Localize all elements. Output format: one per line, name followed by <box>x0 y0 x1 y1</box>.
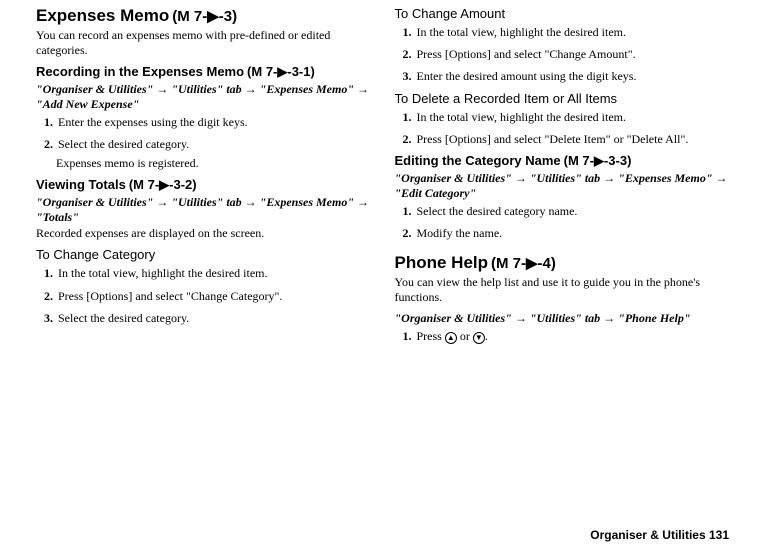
change-category-steps: In the total view, highlight the desired… <box>36 265 371 326</box>
edit-category-path: "Organiser & Utilities" → "Utilities" ta… <box>395 171 730 201</box>
expenses-memo-title-block: Expenses Memo (M 7-▶-3) <box>36 6 371 26</box>
viewing-totals-after: Recorded expenses are displayed on the s… <box>36 226 371 241</box>
change-category-heading: To Change Category <box>36 247 155 262</box>
phone-help-step-1-suffix: . <box>485 329 488 343</box>
change-category-heading-block: To Change Category <box>36 247 371 263</box>
down-key-icon: ▼ <box>473 332 485 344</box>
recording-heading-block: Recording in the Expenses Memo (M 7-▶-3-… <box>36 64 371 80</box>
page-footer: Organiser & Utilities 131 <box>590 528 729 542</box>
expenses-memo-menucode: (M 7-▶-3) <box>172 8 237 25</box>
phone-help-path: "Organiser & Utilities" → "Utilities" ta… <box>395 311 730 326</box>
edit-category-step-1: Select the desired category name. <box>415 203 730 219</box>
phone-help-intro: You can view the help list and use it to… <box>395 275 730 305</box>
edit-category-code: (M 7-▶-3-3) <box>564 153 632 168</box>
change-amount-steps: In the total view, highlight the desired… <box>395 24 730 85</box>
phone-help-step-1-mid: or <box>457 329 473 343</box>
viewing-totals-code: (M 7-▶-3-2) <box>129 177 197 192</box>
viewing-totals-path: "Organiser & Utilities" → "Utilities" ta… <box>36 195 371 225</box>
recording-code: (M 7-▶-3-1) <box>247 64 315 79</box>
change-category-step-2: Press [Options] and select "Change Categ… <box>56 288 371 304</box>
edit-category-steps: Select the desired category name. Modify… <box>395 203 730 241</box>
recording-heading: Recording in the Expenses Memo <box>36 64 244 79</box>
change-amount-step-2: Press [Options] and select "Change Amoun… <box>415 46 730 62</box>
edit-category-step-2: Modify the name. <box>415 225 730 241</box>
delete-item-step-2: Press [Options] and select "Delete Item"… <box>415 131 730 147</box>
edit-category-heading: Editing the Category Name <box>395 153 561 168</box>
expenses-memo-title: Expenses Memo <box>36 6 169 25</box>
phone-help-title: Phone Help <box>395 253 489 272</box>
viewing-totals-heading-block: Viewing Totals (M 7-▶-3-2) <box>36 177 371 193</box>
delete-item-heading: To Delete a Recorded Item or All Items <box>395 91 618 106</box>
left-column: Expenses Memo (M 7-▶-3) You can record a… <box>36 6 371 351</box>
recording-path: "Organiser & Utilities" → "Utilities" ta… <box>36 82 371 112</box>
page-body: Expenses Memo (M 7-▶-3) You can record a… <box>0 0 765 351</box>
recording-step-1: Enter the expenses using the digit keys. <box>56 114 371 130</box>
delete-item-heading-block: To Delete a Recorded Item or All Items <box>395 91 730 107</box>
delete-item-steps: In the total view, highlight the desired… <box>395 109 730 147</box>
change-amount-step-3: Enter the desired amount using the digit… <box>415 68 730 84</box>
recording-note: Expenses memo is registered. <box>56 156 371 171</box>
delete-item-step-1: In the total view, highlight the desired… <box>415 109 730 125</box>
edit-category-heading-block: Editing the Category Name (M 7-▶-3-3) <box>395 153 730 169</box>
recording-steps: Enter the expenses using the digit keys.… <box>36 114 371 152</box>
change-category-step-1: In the total view, highlight the desired… <box>56 265 371 281</box>
viewing-totals-heading: Viewing Totals <box>36 177 126 192</box>
right-column: To Change Amount In the total view, high… <box>395 6 730 351</box>
expenses-memo-intro: You can record an expenses memo with pre… <box>36 28 371 58</box>
phone-help-step-1-prefix: Press <box>417 329 445 343</box>
phone-help-menucode: (M 7-▶-4) <box>491 255 556 272</box>
phone-help-steps: Press ▲ or ▼. <box>395 328 730 344</box>
change-amount-heading-block: To Change Amount <box>395 6 730 22</box>
up-key-icon: ▲ <box>445 332 457 344</box>
change-amount-heading: To Change Amount <box>395 6 506 21</box>
change-category-step-3: Select the desired category. <box>56 310 371 326</box>
recording-step-2: Select the desired category. <box>56 136 371 152</box>
change-amount-step-1: In the total view, highlight the desired… <box>415 24 730 40</box>
phone-help-step-1: Press ▲ or ▼. <box>415 328 730 344</box>
phone-help-title-block: Phone Help (M 7-▶-4) <box>395 253 730 273</box>
